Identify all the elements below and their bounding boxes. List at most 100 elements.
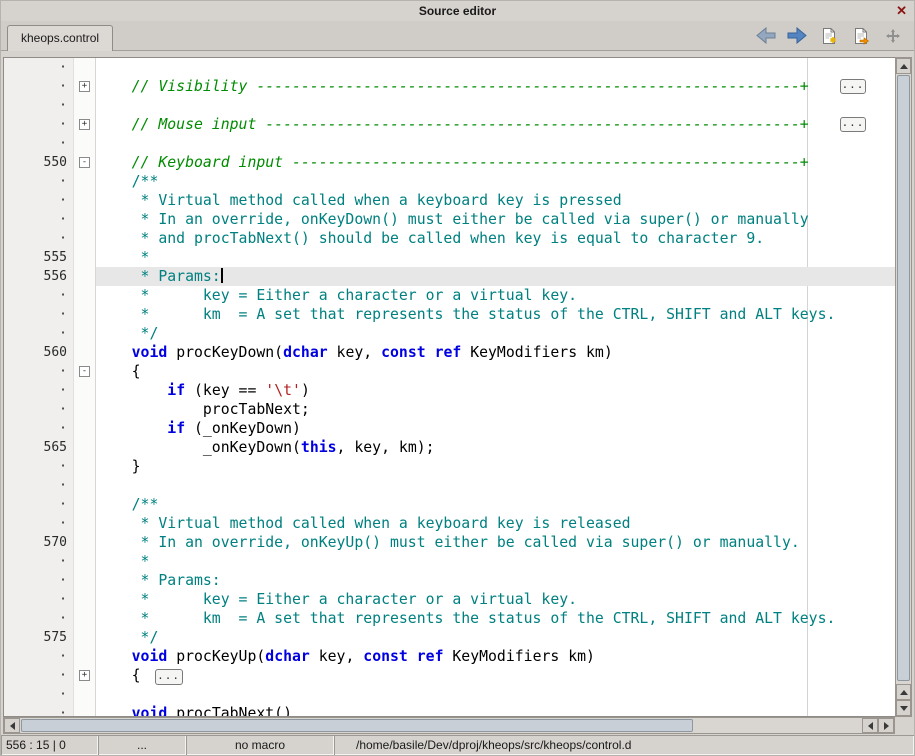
code-line[interactable]: 565 _onKeyDown(this, key, km);: [4, 438, 895, 457]
code-line[interactable]: · * km = A set that represents the statu…: [4, 305, 895, 324]
scroll-down-button[interactable]: [896, 700, 911, 716]
code-token: procKeyUp(: [167, 648, 265, 665]
code-token: * key = Either a character or a virtual …: [96, 591, 577, 608]
close-icon[interactable]: ✕: [896, 3, 907, 19]
code-line[interactable]: 575 */: [4, 628, 895, 647]
scroll-left-button-secondary[interactable]: [862, 718, 878, 733]
code-token: * Virtual method called when a keyboard …: [96, 515, 631, 532]
line-number: ·: [4, 115, 74, 134]
scroll-left-button[interactable]: [4, 718, 20, 733]
code-text: [96, 134, 895, 153]
code-line[interactable]: 550- // Keyboard input -----------------…: [4, 153, 895, 172]
arrow-up-icon: [900, 690, 908, 695]
fold-gutter: [74, 552, 96, 571]
fold-gutter: [74, 609, 96, 628]
code-editor[interactable]: ··+ // Visibility ----------------------…: [3, 57, 895, 717]
code-line[interactable]: · void procKeyUp(dchar key, const ref Ke…: [4, 647, 895, 666]
fold-expand-icon[interactable]: +: [79, 670, 90, 681]
line-number: 560: [4, 343, 74, 362]
folded-code-ellipsis[interactable]: ...: [840, 117, 866, 132]
fold-gutter: [74, 457, 96, 476]
fold-gutter: [74, 590, 96, 609]
code-token: procTabNext;: [96, 401, 310, 418]
vertical-scrollbar[interactable]: [895, 57, 912, 717]
code-line[interactable]: · * key = Either a character or a virtua…: [4, 590, 895, 609]
scroll-up-button[interactable]: [896, 58, 911, 74]
code-line[interactable]: · * key = Either a character or a virtua…: [4, 286, 895, 305]
nav-forward-button[interactable]: [786, 27, 808, 47]
fold-collapse-icon[interactable]: -: [79, 366, 90, 377]
code-line[interactable]: · }: [4, 457, 895, 476]
code-token: [408, 648, 417, 665]
fold-gutter: [74, 210, 96, 229]
code-line[interactable]: · * Params:: [4, 571, 895, 590]
code-line[interactable]: 560 void procKeyDown(dchar key, const re…: [4, 343, 895, 362]
code-line[interactable]: · */: [4, 324, 895, 343]
scroll-right-button[interactable]: [878, 718, 894, 733]
document-arrow-button[interactable]: [850, 27, 872, 47]
vertical-scrollbar-thumb[interactable]: [897, 75, 910, 681]
code-line[interactable]: ·: [4, 58, 895, 77]
fold-expand-icon[interactable]: +: [79, 81, 90, 92]
fold-gutter: [74, 685, 96, 704]
arrow-left-icon: [10, 722, 15, 730]
code-line[interactable]: · /**: [4, 495, 895, 514]
detach-button[interactable]: [882, 27, 904, 47]
code-text: [96, 96, 895, 115]
scroll-up-button-secondary[interactable]: [896, 684, 911, 700]
code-token: const: [363, 648, 408, 665]
horizontal-scrollbar-thumb[interactable]: [21, 719, 693, 732]
code-token: * km = A set that represents the status …: [96, 306, 835, 323]
code-line[interactable]: · procTabNext;: [4, 400, 895, 419]
code-line[interactable]: · * In an override, onKeyDown() must eit…: [4, 210, 895, 229]
code-line[interactable]: · *: [4, 552, 895, 571]
nav-back-button[interactable]: [754, 27, 776, 47]
code-line[interactable]: · /**: [4, 172, 895, 191]
code-line[interactable]: · void procTabNext(): [4, 704, 895, 717]
code-token: [96, 705, 132, 717]
tab-kheops-control[interactable]: kheops.control: [7, 25, 113, 51]
fold-gutter: [74, 438, 96, 457]
code-text: /**: [96, 172, 895, 191]
code-line[interactable]: · * Virtual method called when a keyboar…: [4, 191, 895, 210]
code-line-current[interactable]: 556 * Params:: [4, 267, 895, 286]
code-line[interactable]: 570 * In an override, onKeyUp() must eit…: [4, 533, 895, 552]
code-line[interactable]: ·- {: [4, 362, 895, 381]
code-line[interactable]: ·+ // Mouse input ----------------------…: [4, 115, 895, 134]
folded-code-ellipsis[interactable]: ...: [840, 79, 866, 94]
code-text: [96, 476, 895, 495]
fold-gutter: [74, 400, 96, 419]
code-line[interactable]: ·: [4, 96, 895, 115]
code-token: // Keyboard input ----------------------…: [96, 154, 809, 171]
code-line[interactable]: · if (key == '\t'): [4, 381, 895, 400]
code-line[interactable]: 555 *: [4, 248, 895, 267]
arrow-left-icon: [868, 722, 873, 730]
line-number: ·: [4, 58, 74, 77]
code-line[interactable]: ·: [4, 685, 895, 704]
code-line[interactable]: · * km = A set that represents the statu…: [4, 609, 895, 628]
code-text: * Params:: [96, 267, 895, 286]
horizontal-scrollbar[interactable]: [3, 717, 895, 734]
line-number: ·: [4, 191, 74, 210]
folded-code-ellipsis[interactable]: ...: [155, 669, 183, 685]
code-line[interactable]: ·: [4, 476, 895, 495]
code-line[interactable]: · * Virtual method called when a keyboar…: [4, 514, 895, 533]
title-bar: Source editor ✕: [1, 1, 914, 21]
arrow-up-icon: [900, 64, 908, 69]
code-token: procKeyDown(: [167, 344, 283, 361]
code-line[interactable]: · * and procTabNext() should be called w…: [4, 229, 895, 248]
fold-collapse-icon[interactable]: -: [79, 157, 90, 168]
code-text: *: [96, 248, 895, 267]
line-number: ·: [4, 495, 74, 514]
code-token: (key ==: [185, 382, 265, 399]
code-token: }: [96, 458, 141, 475]
code-line[interactable]: ·+ {...: [4, 666, 895, 685]
code-line[interactable]: · if (_onKeyDown): [4, 419, 895, 438]
fold-expand-icon[interactable]: +: [79, 119, 90, 130]
code-line[interactable]: ·+ // Visibility -----------------------…: [4, 77, 895, 96]
nav-forward-icon: [787, 27, 808, 47]
line-number: ·: [4, 552, 74, 571]
code-line[interactable]: ·: [4, 134, 895, 153]
fold-gutter: [74, 533, 96, 552]
document-star-button[interactable]: [818, 27, 840, 47]
